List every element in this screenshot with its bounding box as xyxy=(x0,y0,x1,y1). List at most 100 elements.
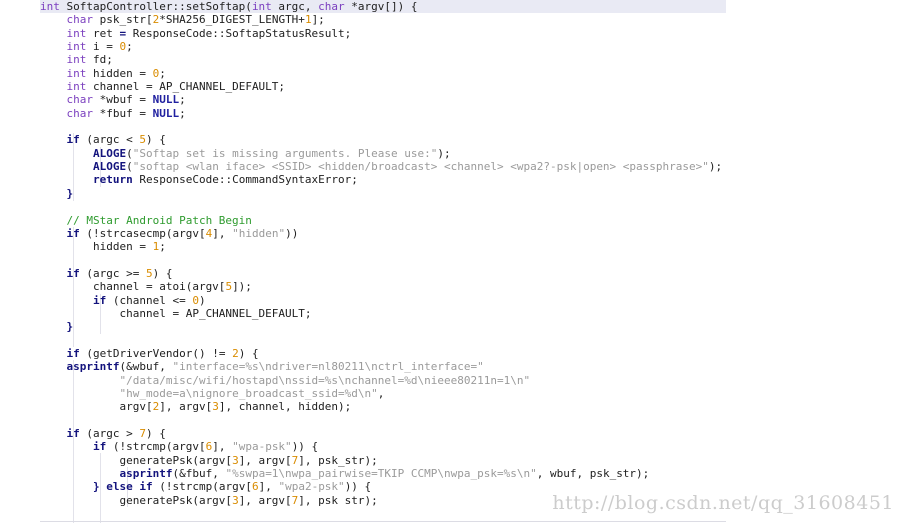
code-token: 0 xyxy=(192,293,199,307)
code-token: ; xyxy=(126,40,133,54)
code-token: return xyxy=(92,173,133,187)
code-token: 3 xyxy=(212,400,219,414)
code-token: ) { xyxy=(152,266,173,280)
code-token: hidden = xyxy=(86,66,153,80)
code-token: } xyxy=(40,186,74,200)
code-token: ]; xyxy=(311,13,325,27)
code-line: "hw_mode=a\nignore_broadcast_ssid=%d\n", xyxy=(0,387,902,400)
code-token: "interface=%s\ndriver=nl80211\nctrl_inte… xyxy=(172,360,484,374)
code-line: if (getDriverVendor() != 2) { xyxy=(0,347,902,360)
code-line: int hidden = 0; xyxy=(0,67,902,80)
code-token: ], xyxy=(212,440,233,454)
code-line: if (!strcasecmp(argv[4], "hidden")) xyxy=(0,227,902,240)
code-token: ( xyxy=(126,146,133,160)
code-token: } xyxy=(40,480,107,494)
code-token: (getDriverVendor() != xyxy=(79,346,233,360)
code-token: (channel <= xyxy=(106,293,193,307)
code-token: generatePsk(argv[ xyxy=(40,453,233,467)
code-token: "hw_mode=a\nignore_broadcast_ssid=%d\n" xyxy=(119,386,378,400)
code-token: )) { xyxy=(291,440,319,454)
code-token: char xyxy=(66,13,94,27)
code-token: 5 xyxy=(139,133,146,147)
code-token: (!strcmp(argv[ xyxy=(106,440,206,454)
code-token: ], argv[ xyxy=(159,400,213,414)
code-token: ( xyxy=(126,160,133,174)
code-token: 3 xyxy=(232,453,239,467)
code-token: i = xyxy=(86,40,120,54)
code-line: ​ xyxy=(0,414,902,427)
code-token: if xyxy=(139,480,153,494)
code-token: 2 xyxy=(232,346,239,360)
code-line: asprintf(&fbuf, "%swpa=1\nwpa_pairwise=T… xyxy=(0,467,902,480)
code-token: NULL xyxy=(152,106,180,120)
code-token: "hidden" xyxy=(232,226,286,240)
code-token: ], channel, hidden); xyxy=(218,400,352,414)
code-line: } xyxy=(0,320,902,333)
code-token: ], argv[ xyxy=(238,453,292,467)
code-token: asprintf xyxy=(119,467,173,481)
code-token: ]); xyxy=(232,280,252,294)
code-token: 3 xyxy=(232,493,239,507)
code-line: char psk_str[2*SHA256_DIGEST_LENGTH+1]; xyxy=(0,13,902,26)
code-token: argv[ xyxy=(40,400,153,414)
code-token: ) { xyxy=(145,133,166,147)
code-line: channel = atoi(argv[5]); xyxy=(0,280,902,293)
code-token: (!strcmp(argv[ xyxy=(152,480,252,494)
code-line: // MStar Android Patch Begin xyxy=(0,214,902,227)
code-token: SoftapController::setSoftap( xyxy=(59,0,252,13)
source-code[interactable]: int SoftapController::setSoftap(int argc… xyxy=(0,0,902,507)
code-token: ) { xyxy=(145,427,166,440)
code-token: // MStar Android Patch Begin xyxy=(40,213,252,227)
code-line: argv[2], argv[3], channel, hidden); xyxy=(0,400,902,413)
code-token: argc, xyxy=(271,0,319,13)
code-token: asprintf xyxy=(66,360,120,374)
code-line: int SoftapController::setSoftap(int argc… xyxy=(0,0,902,13)
code-token: (&wbuf, xyxy=(119,360,173,374)
code-token: "softap <wlan iface> <SSID> <hidden/broa… xyxy=(132,160,709,174)
bottom-divider xyxy=(40,521,726,522)
code-token: int xyxy=(66,66,87,80)
code-token: (&fbuf, xyxy=(172,467,226,481)
code-token: ; xyxy=(159,66,166,80)
code-token: )) { xyxy=(344,480,372,494)
code-line: if (argc > 7) { xyxy=(0,427,902,440)
code-line: hidden = 1; xyxy=(0,240,902,253)
code-token: )) xyxy=(285,226,299,240)
code-token: channel = atoi(argv[ xyxy=(40,280,226,294)
code-token: ret xyxy=(86,26,120,40)
code-token: if xyxy=(92,440,107,454)
code-editor[interactable]: int SoftapController::setSoftap(int argc… xyxy=(0,0,902,523)
watermark-url: http://blog.csdn.net/qq_31608451 xyxy=(552,492,894,514)
code-token: ); xyxy=(437,146,451,160)
code-token: , xyxy=(377,386,385,400)
code-token: int xyxy=(66,40,87,54)
code-token: ; xyxy=(159,240,166,254)
code-line: char *wbuf = NULL; xyxy=(0,93,902,106)
code-token: ], psk str); xyxy=(298,493,378,507)
code-line: generatePsk(argv[3], argv[7], psk_str); xyxy=(0,454,902,467)
code-token: ], argv[ xyxy=(238,493,292,507)
code-token: ) { xyxy=(238,346,259,360)
code-token: 7 xyxy=(139,427,146,440)
code-line: ​ xyxy=(0,120,902,133)
code-token: char xyxy=(66,93,94,107)
code-token: ) xyxy=(198,293,206,307)
code-token: int xyxy=(251,0,272,13)
code-token: ALOGE xyxy=(92,160,127,174)
code-token: ResponseCode::CommandSyntaxError; xyxy=(132,173,358,187)
code-token: ; xyxy=(179,93,186,107)
code-token: int xyxy=(40,0,60,13)
code-token: channel = AP_CHANNEL_DEFAULT; xyxy=(40,306,312,320)
code-token: fd; xyxy=(86,53,113,67)
code-line: int fd; xyxy=(0,53,902,66)
